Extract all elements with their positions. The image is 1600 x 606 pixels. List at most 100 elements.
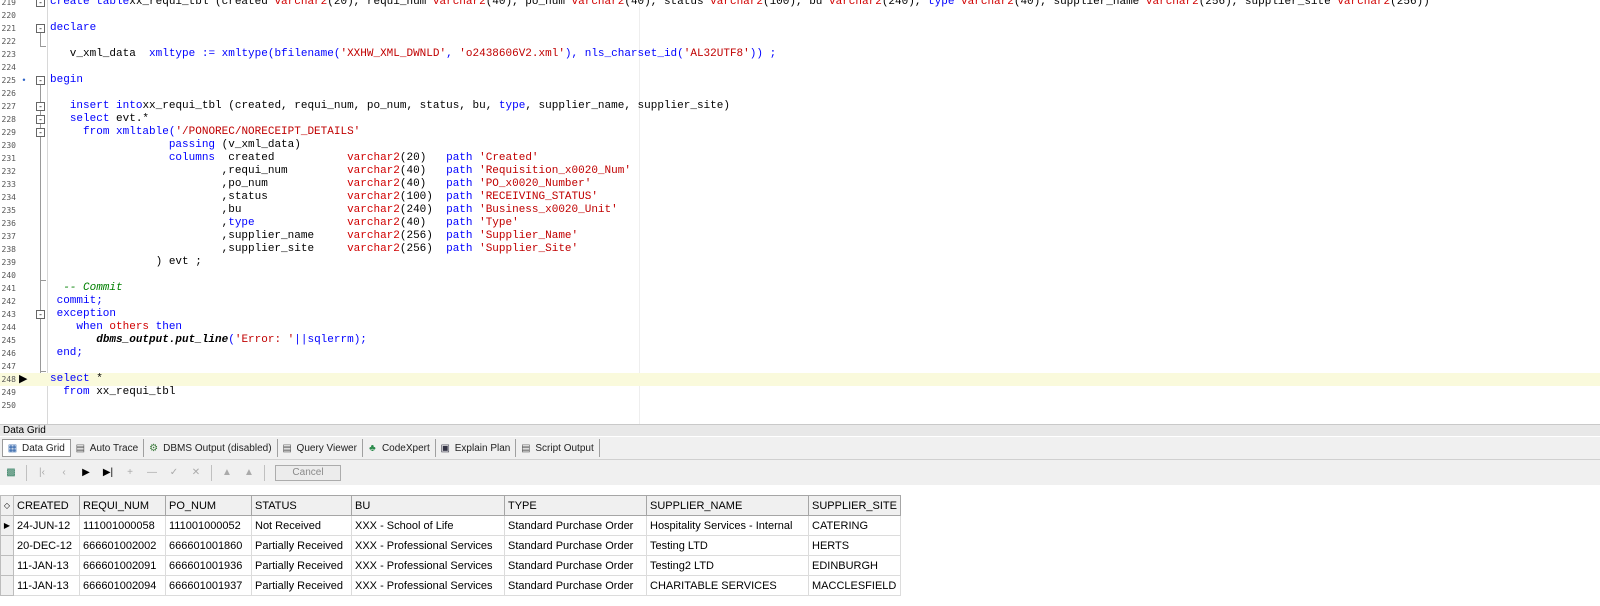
tab-auto-trace[interactable]: ▤ Auto Trace	[71, 439, 145, 457]
fold-toggle-icon[interactable]: -	[36, 24, 45, 33]
code-line[interactable]: 242 commit;	[0, 295, 1600, 308]
commit-button[interactable]: ▲	[216, 463, 238, 483]
code-line[interactable]: 241 -- Commit	[0, 282, 1600, 295]
code-line[interactable]: 234 ,status varchar2(100) path 'RECEIVIN…	[0, 191, 1600, 204]
tab-codexpert[interactable]: ♣ CodeXpert	[363, 439, 436, 457]
grid-cell[interactable]: 666601002091	[79, 555, 166, 576]
column-header[interactable]: CREATED	[13, 495, 80, 516]
current-row-indicator-icon[interactable]: ▶	[0, 515, 14, 536]
grid-cell[interactable]: Hospitality Services - Internal	[646, 515, 809, 536]
code-line[interactable]: 248 ▶ select *	[0, 373, 1600, 386]
rollback-button[interactable]: ▲	[238, 463, 260, 483]
column-header[interactable]: STATUS	[251, 495, 352, 516]
grid-corner-icon[interactable]: ◇	[0, 495, 14, 516]
code-line[interactable]: 243 - exception	[0, 308, 1600, 321]
grid-cell[interactable]: 24-JUN-12	[13, 515, 80, 536]
tab-script-output[interactable]: ▤ Script Output	[516, 439, 600, 457]
grid-cell[interactable]: 111001000058	[79, 515, 166, 536]
code-line[interactable]: 238 ,supplier_site varchar2(256) path 'S…	[0, 243, 1600, 256]
code-line[interactable]: 231 columns created varchar2(20) path 'C…	[0, 152, 1600, 165]
grid-cell[interactable]: CHARITABLE SERVICES	[646, 575, 809, 596]
table-row[interactable]: 20-DEC-12 666601002002 666601001860 Partial…	[0, 535, 901, 556]
prior-record-button[interactable]: ‹	[53, 463, 75, 483]
grid-cell[interactable]: 666601001860	[165, 535, 252, 556]
data-grid[interactable]: ◇ CREATED REQUI_NUM PO_NUM STATUS BU TYPE SUPP…	[0, 495, 901, 596]
code-line[interactable]: 222	[0, 35, 1600, 48]
code-line[interactable]: 221 - declare	[0, 22, 1600, 35]
grid-cell[interactable]: 20-DEC-12	[13, 535, 80, 556]
tab-explain-plan[interactable]: ▣ Explain Plan	[436, 439, 517, 457]
code-line[interactable]: 246 end;	[0, 347, 1600, 360]
column-header[interactable]: PO_NUM	[165, 495, 252, 516]
grid-cell[interactable]: XXX - Professional Services	[351, 575, 505, 596]
grid-cell[interactable]: 11-JAN-13	[13, 575, 80, 596]
grid-cell[interactable]: XXX - Professional Services	[351, 555, 505, 576]
grid-cell[interactable]: MACCLESFIELD	[808, 575, 901, 596]
table-row[interactable]: 11-JAN-13 666601002094 666601001937 Partial…	[0, 575, 901, 596]
fold-toggle-icon[interactable]: -	[36, 0, 45, 7]
cancel-button[interactable]: Cancel	[275, 464, 341, 481]
column-header[interactable]: SUPPLIER_SITE	[808, 495, 901, 516]
grid-cell[interactable]: CATERING	[808, 515, 901, 536]
fold-toggle-icon[interactable]: -	[36, 128, 45, 137]
post-edit-button[interactable]: ✓	[163, 463, 185, 483]
grid-cell[interactable]: 11-JAN-13	[13, 555, 80, 576]
code-line[interactable]: 225 • - begin	[0, 74, 1600, 87]
delete-record-button[interactable]: —	[141, 463, 163, 483]
code-line[interactable]: 235 ,bu varchar2(240) path 'Business_x00…	[0, 204, 1600, 217]
tab-dbms-output-disabled[interactable]: ⚙ DBMS Output (disabled)	[144, 439, 278, 457]
row-indicator[interactable]	[0, 555, 14, 576]
tab-query-viewer[interactable]: ▤ Query Viewer	[278, 439, 363, 457]
grid-cell[interactable]: Standard Purchase Order	[504, 515, 647, 536]
code-line[interactable]: 236 ,type varchar2(40) path 'Type'	[0, 217, 1600, 230]
code-line[interactable]: 237 ,supplier_name varchar2(256) path 'S…	[0, 230, 1600, 243]
code-line[interactable]: 230 passing (v_xml_data)	[0, 139, 1600, 152]
code-line[interactable]: 239 ) evt ;	[0, 256, 1600, 269]
grid-cell[interactable]: Standard Purchase Order	[504, 535, 647, 556]
first-record-button[interactable]: |‹	[31, 463, 53, 483]
next-record-button[interactable]: ▶	[75, 463, 97, 483]
code-line[interactable]: 220	[0, 9, 1600, 22]
code-line[interactable]: 233 ,po_num varchar2(40) path 'PO_x0020_…	[0, 178, 1600, 191]
grid-cell[interactable]: Testing LTD	[646, 535, 809, 556]
code-line[interactable]: 223 v_xml_data xmltype := xmltype(bfilen…	[0, 48, 1600, 61]
grid-cell[interactable]: Partially Received	[251, 535, 352, 556]
column-header[interactable]: SUPPLIER_NAME	[646, 495, 809, 516]
grid-cell[interactable]: 111001000052	[165, 515, 252, 536]
table-row[interactable]: 11-JAN-13 666601002091 666601001936 Partial…	[0, 555, 901, 576]
insert-record-button[interactable]: +	[119, 463, 141, 483]
grid-cell[interactable]: Testing2 LTD	[646, 555, 809, 576]
grid-cell[interactable]: HERTS	[808, 535, 901, 556]
grid-cell[interactable]: 666601002094	[79, 575, 166, 596]
grid-options-button[interactable]: ▩	[0, 463, 22, 483]
grid-cell[interactable]: XXX - Professional Services	[351, 535, 505, 556]
column-header[interactable]: REQUI_NUM	[79, 495, 166, 516]
code-line[interactable]: 228 - select evt.*	[0, 113, 1600, 126]
code-line[interactable]: 240	[0, 269, 1600, 282]
fold-toggle-icon[interactable]: -	[36, 115, 45, 124]
code-line[interactable]: 227 - insert intoxx_requi_tbl (created, r…	[0, 100, 1600, 113]
code-line[interactable]: 224	[0, 61, 1600, 74]
cancel-edit-button[interactable]: ✕	[185, 463, 207, 483]
row-indicator[interactable]	[0, 535, 14, 556]
sql-editor[interactable]: 219- create tablexx_requi_tbl (created va…	[0, 0, 1600, 424]
code-line[interactable]: 249 from xx_requi_tbl	[0, 386, 1600, 399]
grid-cell[interactable]: Not Received	[251, 515, 352, 536]
code-line[interactable]: 226	[0, 87, 1600, 100]
grid-cell[interactable]: EDINBURGH	[808, 555, 901, 576]
last-record-button[interactable]: ▶|	[97, 463, 119, 483]
tab-data-grid[interactable]: ▦ Data Grid	[2, 439, 71, 457]
grid-cell[interactable]: Partially Received	[251, 575, 352, 596]
fold-toggle-icon[interactable]: -	[36, 310, 45, 319]
column-header[interactable]: BU	[351, 495, 505, 516]
grid-cell[interactable]: Standard Purchase Order	[504, 575, 647, 596]
fold-toggle-icon[interactable]: -	[36, 102, 45, 111]
grid-cell[interactable]: 666601002002	[79, 535, 166, 556]
fold-toggle-icon[interactable]: -	[36, 76, 45, 85]
grid-cell[interactable]: XXX - School of Life	[351, 515, 505, 536]
grid-cell[interactable]: 666601001936	[165, 555, 252, 576]
table-row[interactable]: ▶ 24-JUN-12 111001000058 111001000052 Not Re…	[0, 515, 901, 536]
code-line[interactable]: 244 when others then	[0, 321, 1600, 334]
code-line[interactable]: 229 - from xmltable('/PONOREC/NORECEIPT_D…	[0, 126, 1600, 139]
grid-cell[interactable]: Partially Received	[251, 555, 352, 576]
